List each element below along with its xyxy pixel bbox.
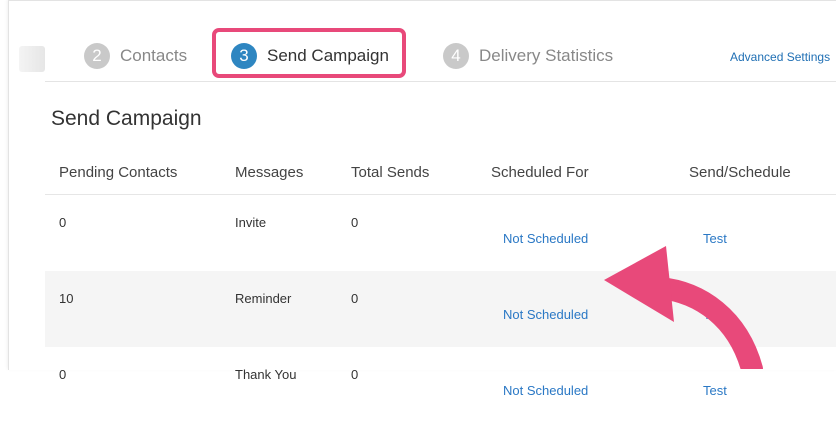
test-link[interactable]: Test [703,307,727,322]
campaign-table: Pending Contacts Messages Total Sends Sc… [45,151,836,423]
column-header-messages: Messages [235,151,351,195]
tab-contacts[interactable]: 2 Contacts [84,38,187,74]
pending-contacts-cell: 10 [45,271,235,347]
page-title: Send Campaign [51,107,202,130]
table-row: 0 Thank You 0 Not Scheduled Test [45,347,836,423]
highlight-box [212,28,406,78]
pending-contacts-cell: 0 [59,215,67,230]
message-cell: Reminder [235,271,351,347]
previous-tab-fragment [19,46,45,72]
test-link[interactable]: Test [703,231,727,246]
not-scheduled-link[interactable]: Not Scheduled [503,307,588,322]
total-sends-cell: 0 [351,367,359,382]
not-scheduled-link[interactable]: Not Scheduled [503,383,588,398]
campaign-panel: 2 Contacts 3 Send Campaign 4 Delivery St… [8,0,836,398]
not-scheduled-link[interactable]: Not Scheduled [503,231,588,246]
column-header-scheduled-for: Scheduled For [481,151,661,195]
table-header-row: Pending Contacts Messages Total Sends Sc… [45,151,836,195]
total-sends-cell: 0 [351,215,359,230]
table-row: 0 Invite 0 Not Scheduled Test [45,195,836,272]
step-number-badge: 4 [443,43,469,69]
column-header-send-schedule: Send/Schedule [661,151,836,195]
tabs-divider [45,81,836,82]
tab-label: Delivery Statistics [479,46,614,65]
tab-label: Contacts [120,46,188,65]
message-cell: Thank You [235,367,297,382]
pending-contacts-cell: 0 [59,367,67,382]
advanced-settings-link[interactable]: Advanced Settings [730,50,830,64]
tab-delivery-statistics[interactable]: 4 Delivery Statistics [443,38,613,74]
message-cell: Invite [235,215,267,230]
step-number-badge: 2 [84,43,110,69]
column-header-total-sends: Total Sends [351,151,481,195]
column-header-pending-contacts: Pending Contacts [45,151,235,195]
table-row: 10 Reminder 0 Not Scheduled Test [45,271,836,347]
total-sends-cell: 0 [351,271,481,347]
test-link[interactable]: Test [703,383,727,398]
